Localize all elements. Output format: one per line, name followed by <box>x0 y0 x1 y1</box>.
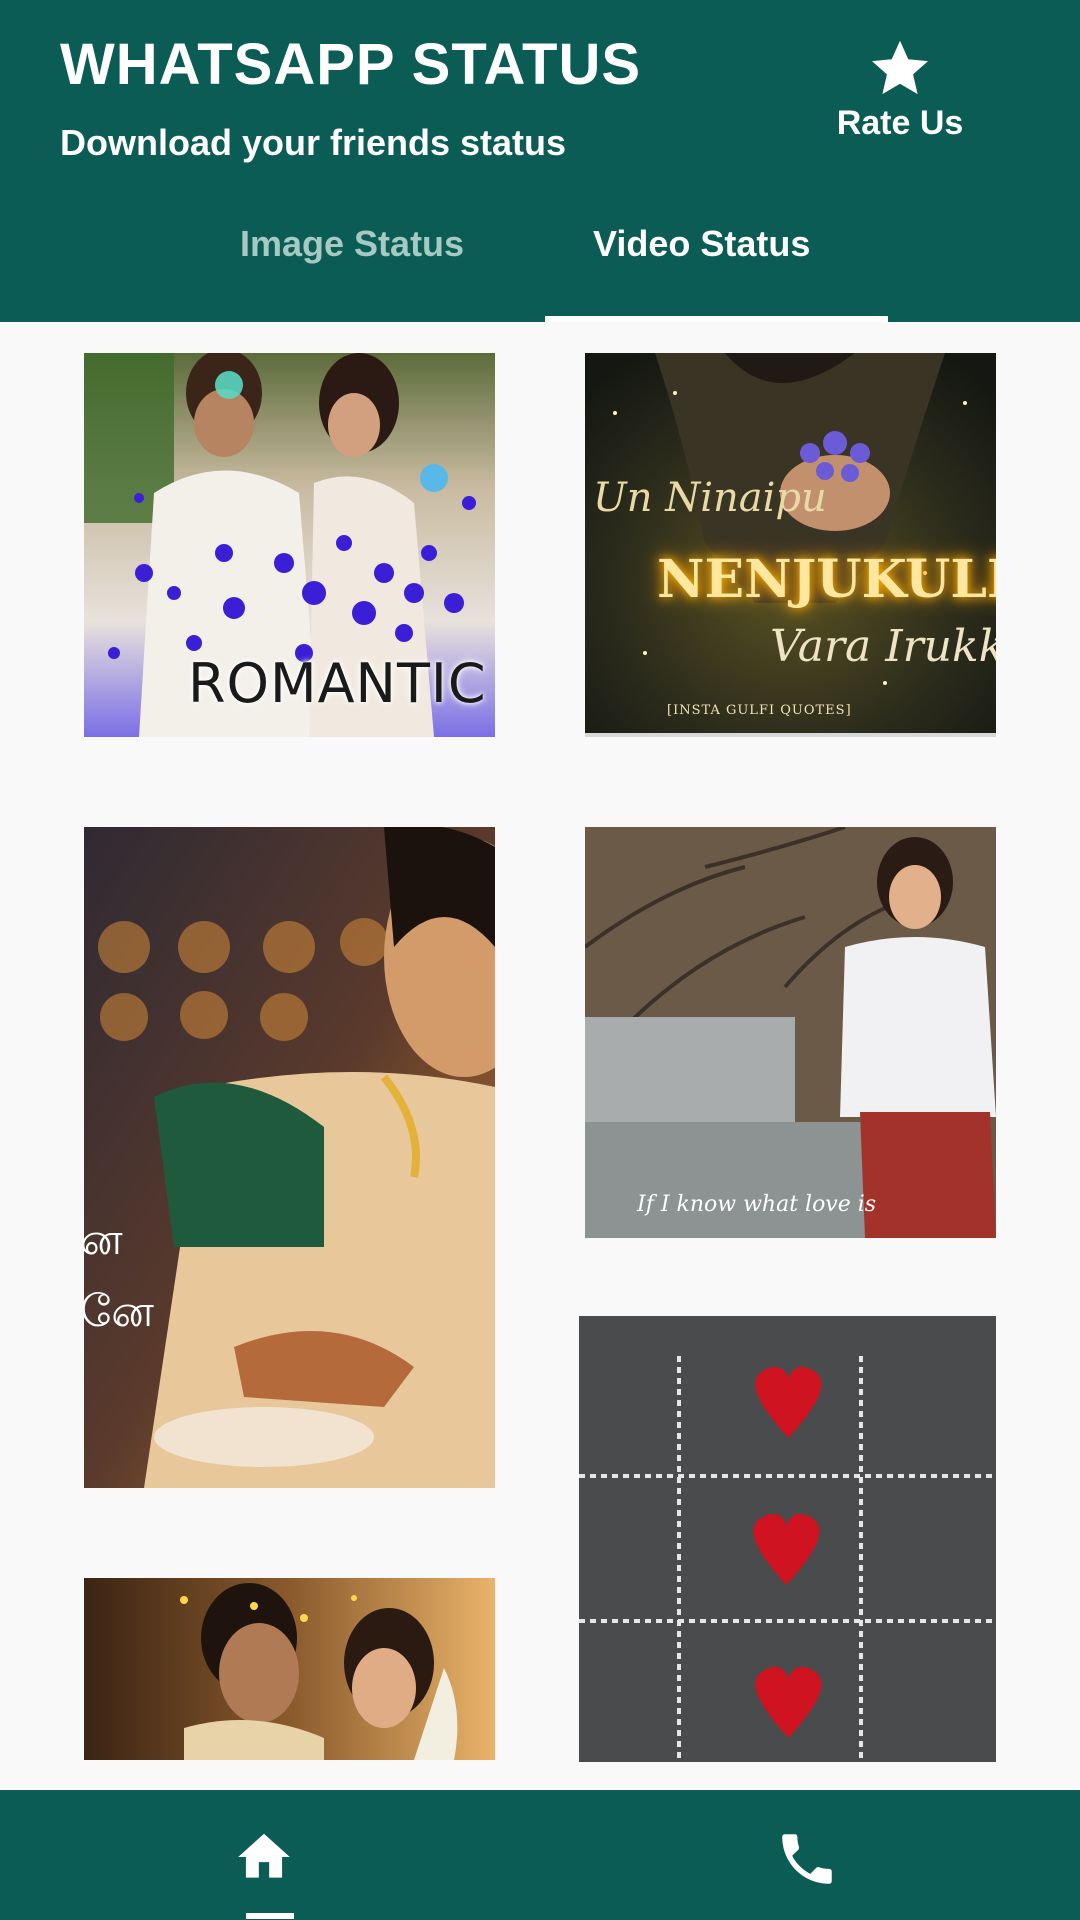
rate-us-label: Rate Us <box>836 104 964 142</box>
tab-video-status[interactable]: Video Status <box>593 223 810 265</box>
status-thumbnail[interactable]: Un Ninaipu NENJUKULI Vara Irukku [INSTA … <box>585 353 996 737</box>
nav-home[interactable] <box>229 1826 309 1896</box>
status-thumbnail[interactable]: If I know what love is <box>585 827 996 1238</box>
status-tabs: Image Status Video Status <box>0 205 1080 322</box>
home-icon <box>238 1833 290 1878</box>
status-image <box>84 827 495 1488</box>
nav-active-indicator <box>246 1913 294 1919</box>
star-icon <box>872 40 928 95</box>
rate-us-button[interactable]: Rate Us <box>810 30 990 160</box>
status-image <box>585 353 996 737</box>
status-thumbnail[interactable] <box>579 1316 996 1762</box>
status-image <box>579 1316 996 1762</box>
phone-icon <box>782 1834 832 1884</box>
status-thumbnail[interactable]: ன னே <box>84 827 495 1488</box>
status-image <box>84 353 495 737</box>
app-root: WHATSAPP STATUS Download your friends st… <box>0 0 1080 1920</box>
bottom-nav <box>0 1790 1080 1920</box>
status-thumbnail[interactable]: ROMANTIC <box>84 353 495 737</box>
status-image <box>585 827 996 1238</box>
app-header: WHATSAPP STATUS Download your friends st… <box>0 0 1080 322</box>
selected-tab-indicator <box>545 316 888 322</box>
app-title: WHATSAPP STATUS <box>60 32 642 97</box>
status-thumbnail[interactable] <box>84 1578 495 1760</box>
tab-image-status[interactable]: Image Status <box>240 223 464 265</box>
status-image <box>84 1578 495 1760</box>
nav-call[interactable] <box>774 1826 844 1896</box>
app-subtitle: Download your friends status <box>60 122 567 163</box>
